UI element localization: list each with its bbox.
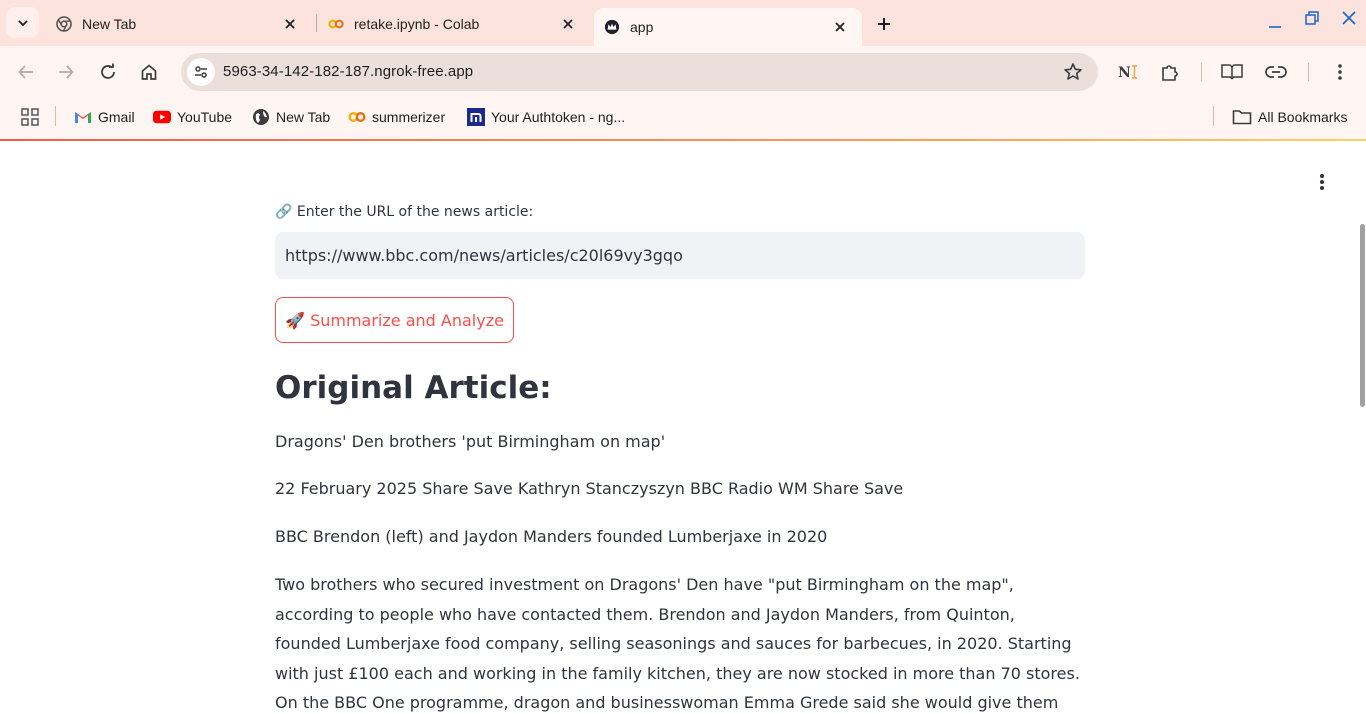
toolbar: 5963-34-142-182-187.ngrok-free.app N	[0, 46, 1366, 98]
youtube-icon	[153, 108, 171, 126]
arrow-left-icon	[18, 65, 33, 79]
tab-new-tab[interactable]: New Tab	[46, 8, 312, 39]
close-icon[interactable]	[558, 14, 578, 34]
tab-app[interactable]: app	[594, 8, 862, 46]
ngrok-icon	[467, 108, 485, 126]
article-url-input[interactable]	[275, 232, 1085, 279]
browser-menu-button[interactable]	[1327, 59, 1353, 85]
gmail-icon	[74, 108, 92, 126]
bookmark-star-button[interactable]	[1062, 61, 1084, 83]
toolbar-divider	[1308, 63, 1309, 81]
plus-icon	[878, 18, 890, 30]
kebab-menu-icon	[1320, 174, 1324, 190]
app-viewport: 🔗 Enter the URL of the news article: 🚀 S…	[0, 141, 1366, 713]
site-info-button[interactable]	[187, 58, 215, 86]
tab-strip: New Tab retake.ipynb - Colab app	[0, 0, 1366, 46]
reading-mode-button[interactable]	[1219, 59, 1245, 85]
reload-button[interactable]	[94, 58, 122, 86]
bookmark-label: summerizer	[372, 109, 446, 125]
star-icon	[1064, 63, 1082, 80]
copy-link-button[interactable]	[1263, 59, 1289, 85]
tab-colab[interactable]: retake.ipynb - Colab	[318, 8, 590, 39]
section-heading: Original Article:	[275, 370, 552, 406]
article-title-paragraph: Dragons' Den brothers 'put Birmingham on…	[275, 432, 666, 451]
apps-button[interactable]	[20, 106, 40, 128]
bookmark-label: Your Authtoken - ng...	[491, 109, 626, 125]
globe-icon	[252, 108, 270, 126]
bookmark-label: Gmail	[98, 109, 135, 125]
apps-grid-icon	[21, 108, 39, 126]
tab-search-button[interactable]	[6, 7, 39, 38]
new-tab-button[interactable]	[870, 10, 898, 38]
article-meta-paragraph: 22 February 2025 Share Save Kathryn Stan…	[275, 479, 904, 498]
page-scrollbar[interactable]	[1360, 224, 1365, 407]
folder-icon	[1232, 108, 1252, 126]
bookmark-summerizer[interactable]: summerizer	[348, 106, 445, 128]
all-bookmarks-button[interactable]: All Bookmarks	[1232, 106, 1347, 128]
puzzle-icon	[1162, 65, 1178, 81]
bookmark-label: YouTube	[177, 109, 233, 125]
home-button[interactable]	[135, 58, 163, 86]
back-button[interactable]	[12, 58, 40, 86]
kebab-menu-icon	[1338, 64, 1342, 80]
extensions-button[interactable]	[1157, 59, 1183, 85]
bookmark-divider	[55, 106, 56, 126]
minimize-button[interactable]	[1260, 8, 1290, 36]
bookmark-youtube[interactable]: YouTube	[153, 106, 232, 128]
tab-title: retake.ipynb - Colab	[354, 15, 480, 32]
arrow-right-icon	[59, 65, 74, 79]
n-extension-icon: N	[1118, 65, 1137, 81]
reload-icon	[101, 63, 115, 79]
tune-icon	[195, 66, 207, 78]
all-bookmarks-label: All Bookmarks	[1258, 109, 1348, 125]
bookmark-gmail[interactable]: Gmail	[74, 106, 135, 128]
bookmark-divider	[1213, 106, 1214, 126]
close-window-button[interactable]	[1334, 4, 1364, 32]
home-icon	[141, 64, 157, 80]
close-icon	[1342, 11, 1356, 25]
close-icon[interactable]	[280, 14, 300, 34]
article-caption-paragraph: BBC Brendon (left) and Jaydon Manders fo…	[275, 527, 828, 546]
chrome-icon	[56, 15, 72, 32]
svg-text:N: N	[1118, 65, 1131, 81]
extension-n-button[interactable]: N	[1116, 59, 1142, 85]
toolbar-divider	[1201, 63, 1202, 81]
address-bar[interactable]: 5963-34-142-182-187.ngrok-free.app	[181, 53, 1098, 91]
bookmarks-bar: Gmail YouTube New Tab summerizer Your Au…	[0, 98, 1366, 139]
colab-icon	[328, 16, 344, 32]
forward-button[interactable]	[52, 58, 80, 86]
streamlit-crown-icon	[604, 19, 620, 35]
summarize-analyze-button[interactable]: 🚀 Summarize and Analyze	[275, 297, 514, 343]
tab-title: app	[630, 19, 654, 35]
restore-icon	[1305, 11, 1319, 25]
bookmark-ngrok[interactable]: Your Authtoken - ng...	[467, 106, 625, 128]
tab-title: New Tab	[82, 15, 137, 32]
link-icon	[1265, 66, 1287, 78]
article-body-paragraph: Two brothers who secured investment on D…	[275, 575, 1080, 712]
app-main-menu-button[interactable]	[1311, 171, 1333, 193]
chevron-down-icon	[17, 19, 28, 26]
url-input-label: 🔗 Enter the URL of the news article:	[275, 204, 534, 220]
minimize-icon	[1269, 26, 1281, 28]
url-text[interactable]: 5963-34-142-182-187.ngrok-free.app	[223, 63, 473, 80]
bookmark-new-tab[interactable]: New Tab	[252, 106, 330, 128]
restore-button[interactable]	[1297, 4, 1327, 32]
tab-separator	[316, 14, 317, 32]
bookmark-label: New Tab	[276, 109, 331, 125]
colab-icon	[348, 108, 366, 126]
close-icon[interactable]	[830, 17, 850, 37]
book-icon	[1221, 64, 1243, 80]
